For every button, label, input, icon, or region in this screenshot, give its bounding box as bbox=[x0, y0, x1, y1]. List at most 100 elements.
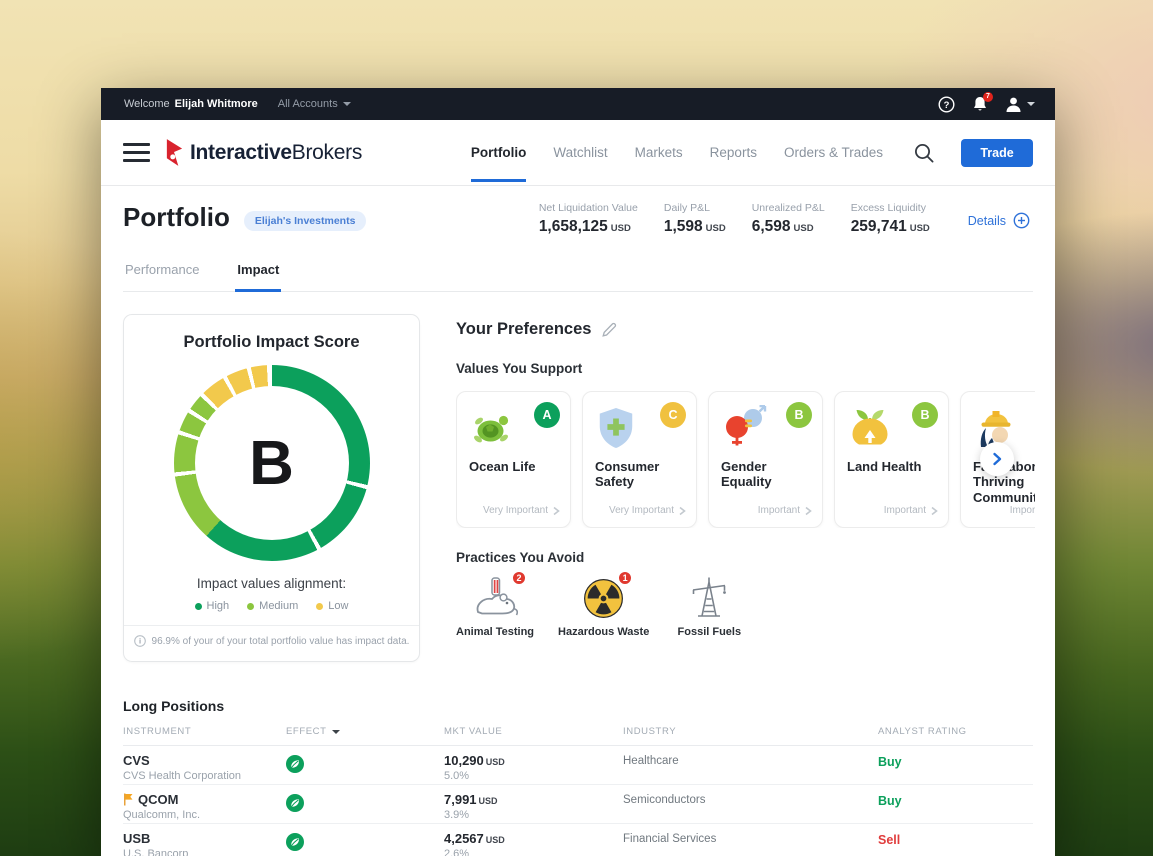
sprout-icon bbox=[847, 405, 893, 451]
page-title: Portfolio bbox=[123, 202, 230, 233]
analyst-rating[interactable]: Buy bbox=[878, 753, 1033, 784]
legend-high: High bbox=[195, 600, 230, 612]
company-name: Qualcomm, Inc. bbox=[123, 809, 286, 821]
importance-link[interactable]: Very Important bbox=[609, 505, 686, 516]
analyst-rating[interactable]: Sell bbox=[878, 831, 1033, 856]
stat-unrealized-pnl: Unrealized P&L 6,598USD bbox=[752, 202, 825, 236]
position-row-qcom[interactable]: QCOM Qualcomm, Inc. 7,991USD 3.9% Semico… bbox=[123, 785, 1033, 824]
interactive-brokers-mark-icon bbox=[164, 138, 185, 167]
positive-effect-leaf-icon bbox=[286, 794, 304, 812]
radioactive-icon bbox=[583, 578, 624, 619]
importance-link[interactable]: Important bbox=[884, 505, 938, 516]
nav-item-portfolio[interactable]: Portfolio bbox=[471, 123, 527, 182]
portfolio-header: Portfolio Elijah's Investments Net Liqui… bbox=[101, 186, 1055, 256]
value-name: Consumer Safety bbox=[595, 459, 684, 490]
svg-text:?: ? bbox=[944, 100, 950, 111]
tab-performance[interactable]: Performance bbox=[123, 256, 201, 292]
value-name: Ocean Life bbox=[469, 459, 558, 474]
account-selector[interactable]: All Accounts bbox=[278, 98, 351, 110]
search-icon bbox=[913, 142, 935, 164]
search-button[interactable] bbox=[913, 142, 935, 164]
chevron-down-icon bbox=[343, 102, 351, 106]
oil-derrick-icon bbox=[688, 575, 730, 619]
avoid-item-animal-testing[interactable]: 2 Animal Testing bbox=[456, 575, 534, 638]
welcome-label: Welcome bbox=[124, 98, 170, 110]
notification-badge: 7 bbox=[983, 92, 993, 102]
value-card-consumer-safety[interactable]: C Consumer Safety Very Important bbox=[582, 391, 697, 528]
alignment-legend: High Medium Low bbox=[124, 600, 419, 612]
ticker: USB bbox=[123, 831, 286, 846]
position-row-cvs[interactable]: CVS CVS Health Corporation 10,290USD 5.0… bbox=[123, 746, 1033, 785]
portfolio-stats: Net Liquidation Value 1,658,125USD Daily… bbox=[539, 202, 930, 236]
preferences-title: Your Preferences bbox=[456, 320, 1035, 339]
grade-badge: B bbox=[912, 402, 938, 428]
impact-grade: B bbox=[174, 365, 370, 561]
chevron-right-icon bbox=[991, 452, 1003, 466]
value-name: Land Health bbox=[847, 459, 936, 474]
avoid-item-fossil-fuels[interactable]: Fossil Fuels bbox=[673, 575, 745, 638]
stat-net-liquidation: Net Liquidation Value 1,658,125USD bbox=[539, 202, 638, 236]
brand-name: InteractiveBrokers bbox=[190, 141, 362, 165]
company-name: U.S. Bancorp bbox=[123, 848, 286, 856]
tab-impact[interactable]: Impact bbox=[235, 256, 281, 292]
help-button[interactable]: ? bbox=[938, 96, 955, 113]
user-icon bbox=[1005, 96, 1022, 113]
legend-medium: Medium bbox=[247, 600, 298, 612]
alignment-label: Impact values alignment: bbox=[124, 576, 419, 591]
value-card-land-health[interactable]: B Land Health Important bbox=[834, 391, 949, 528]
industry: Semiconductors bbox=[623, 792, 878, 823]
grade-badge: A bbox=[534, 402, 560, 428]
account-topbar: Welcome Elijah Whitmore All Accounts ? 7 bbox=[101, 88, 1055, 120]
info-icon: i bbox=[134, 635, 146, 647]
positive-effect-leaf-icon bbox=[286, 755, 304, 773]
impact-donut-chart: B bbox=[174, 365, 370, 561]
importance-link[interactable]: Important bbox=[1010, 505, 1035, 516]
carousel-next-button[interactable] bbox=[980, 442, 1014, 476]
value-card-ocean-life[interactable]: A Ocean Life Very Important bbox=[456, 391, 571, 528]
impact-score-card: Portfolio Impact Score B Impact values a… bbox=[123, 314, 420, 662]
notifications-button[interactable]: 7 bbox=[972, 96, 988, 113]
avoid-name: Hazardous Waste bbox=[558, 626, 649, 638]
app-window: Welcome Elijah Whitmore All Accounts ? 7… bbox=[101, 88, 1055, 856]
brand-logo[interactable]: InteractiveBrokers bbox=[164, 138, 362, 167]
avoid-name: Animal Testing bbox=[456, 626, 534, 638]
help-icon: ? bbox=[938, 96, 955, 113]
legend-medium-dot bbox=[247, 603, 254, 610]
account-badge[interactable]: Elijah's Investments bbox=[244, 211, 367, 231]
avoid-count-badge: 2 bbox=[511, 570, 527, 586]
impact-coverage-note: i 96.9% of your of your total portfolio … bbox=[124, 625, 419, 647]
stat-daily-pnl: Daily P&L 1,598USD bbox=[664, 202, 726, 236]
details-button[interactable]: Details bbox=[968, 212, 1030, 229]
importance-link[interactable]: Important bbox=[758, 505, 812, 516]
market-value: 4,2567USD bbox=[444, 831, 623, 846]
positive-effect-leaf-icon bbox=[286, 833, 304, 851]
col-instrument: INSTRUMENT bbox=[123, 726, 286, 737]
avoid-count-badge: 1 bbox=[617, 570, 633, 586]
chevron-right-icon bbox=[930, 506, 938, 516]
position-row-usb[interactable]: USB U.S. Bancorp 4,2567USD 2.6% Financia… bbox=[123, 824, 1033, 856]
svg-text:i: i bbox=[138, 637, 140, 646]
nav-item-reports[interactable]: Reports bbox=[710, 123, 757, 182]
avoid-item-hazardous-waste[interactable]: 1 Hazardous Waste bbox=[558, 575, 649, 638]
stat-excess-liquidity: Excess Liquidity 259,741USD bbox=[851, 202, 930, 236]
col-analyst-rating: ANALYST RATING bbox=[878, 726, 1033, 737]
nav-item-watchlist[interactable]: Watchlist bbox=[553, 123, 607, 182]
values-support-title: Values You Support bbox=[456, 361, 1035, 376]
nav-item-markets[interactable]: Markets bbox=[635, 123, 683, 182]
col-effect[interactable]: EFFECT bbox=[286, 726, 444, 737]
sort-caret-icon bbox=[332, 730, 340, 734]
edit-pencil-icon[interactable] bbox=[602, 322, 617, 337]
legend-low: Low bbox=[316, 600, 348, 612]
ticker: CVS bbox=[123, 753, 286, 768]
chevron-right-icon bbox=[552, 506, 560, 516]
chevron-down-icon bbox=[1027, 102, 1035, 106]
analyst-rating[interactable]: Buy bbox=[878, 792, 1033, 823]
menu-button[interactable] bbox=[123, 143, 150, 162]
industry: Financial Services bbox=[623, 831, 878, 856]
nav-item-orders-trades[interactable]: Orders & Trades bbox=[784, 123, 883, 182]
user-menu-button[interactable] bbox=[1005, 96, 1035, 113]
value-card-gender-equality[interactable]: B Gender Equality Important bbox=[708, 391, 823, 528]
trade-button[interactable]: Trade bbox=[961, 139, 1033, 167]
importance-link[interactable]: Very Important bbox=[483, 505, 560, 516]
flag-icon bbox=[123, 793, 133, 806]
